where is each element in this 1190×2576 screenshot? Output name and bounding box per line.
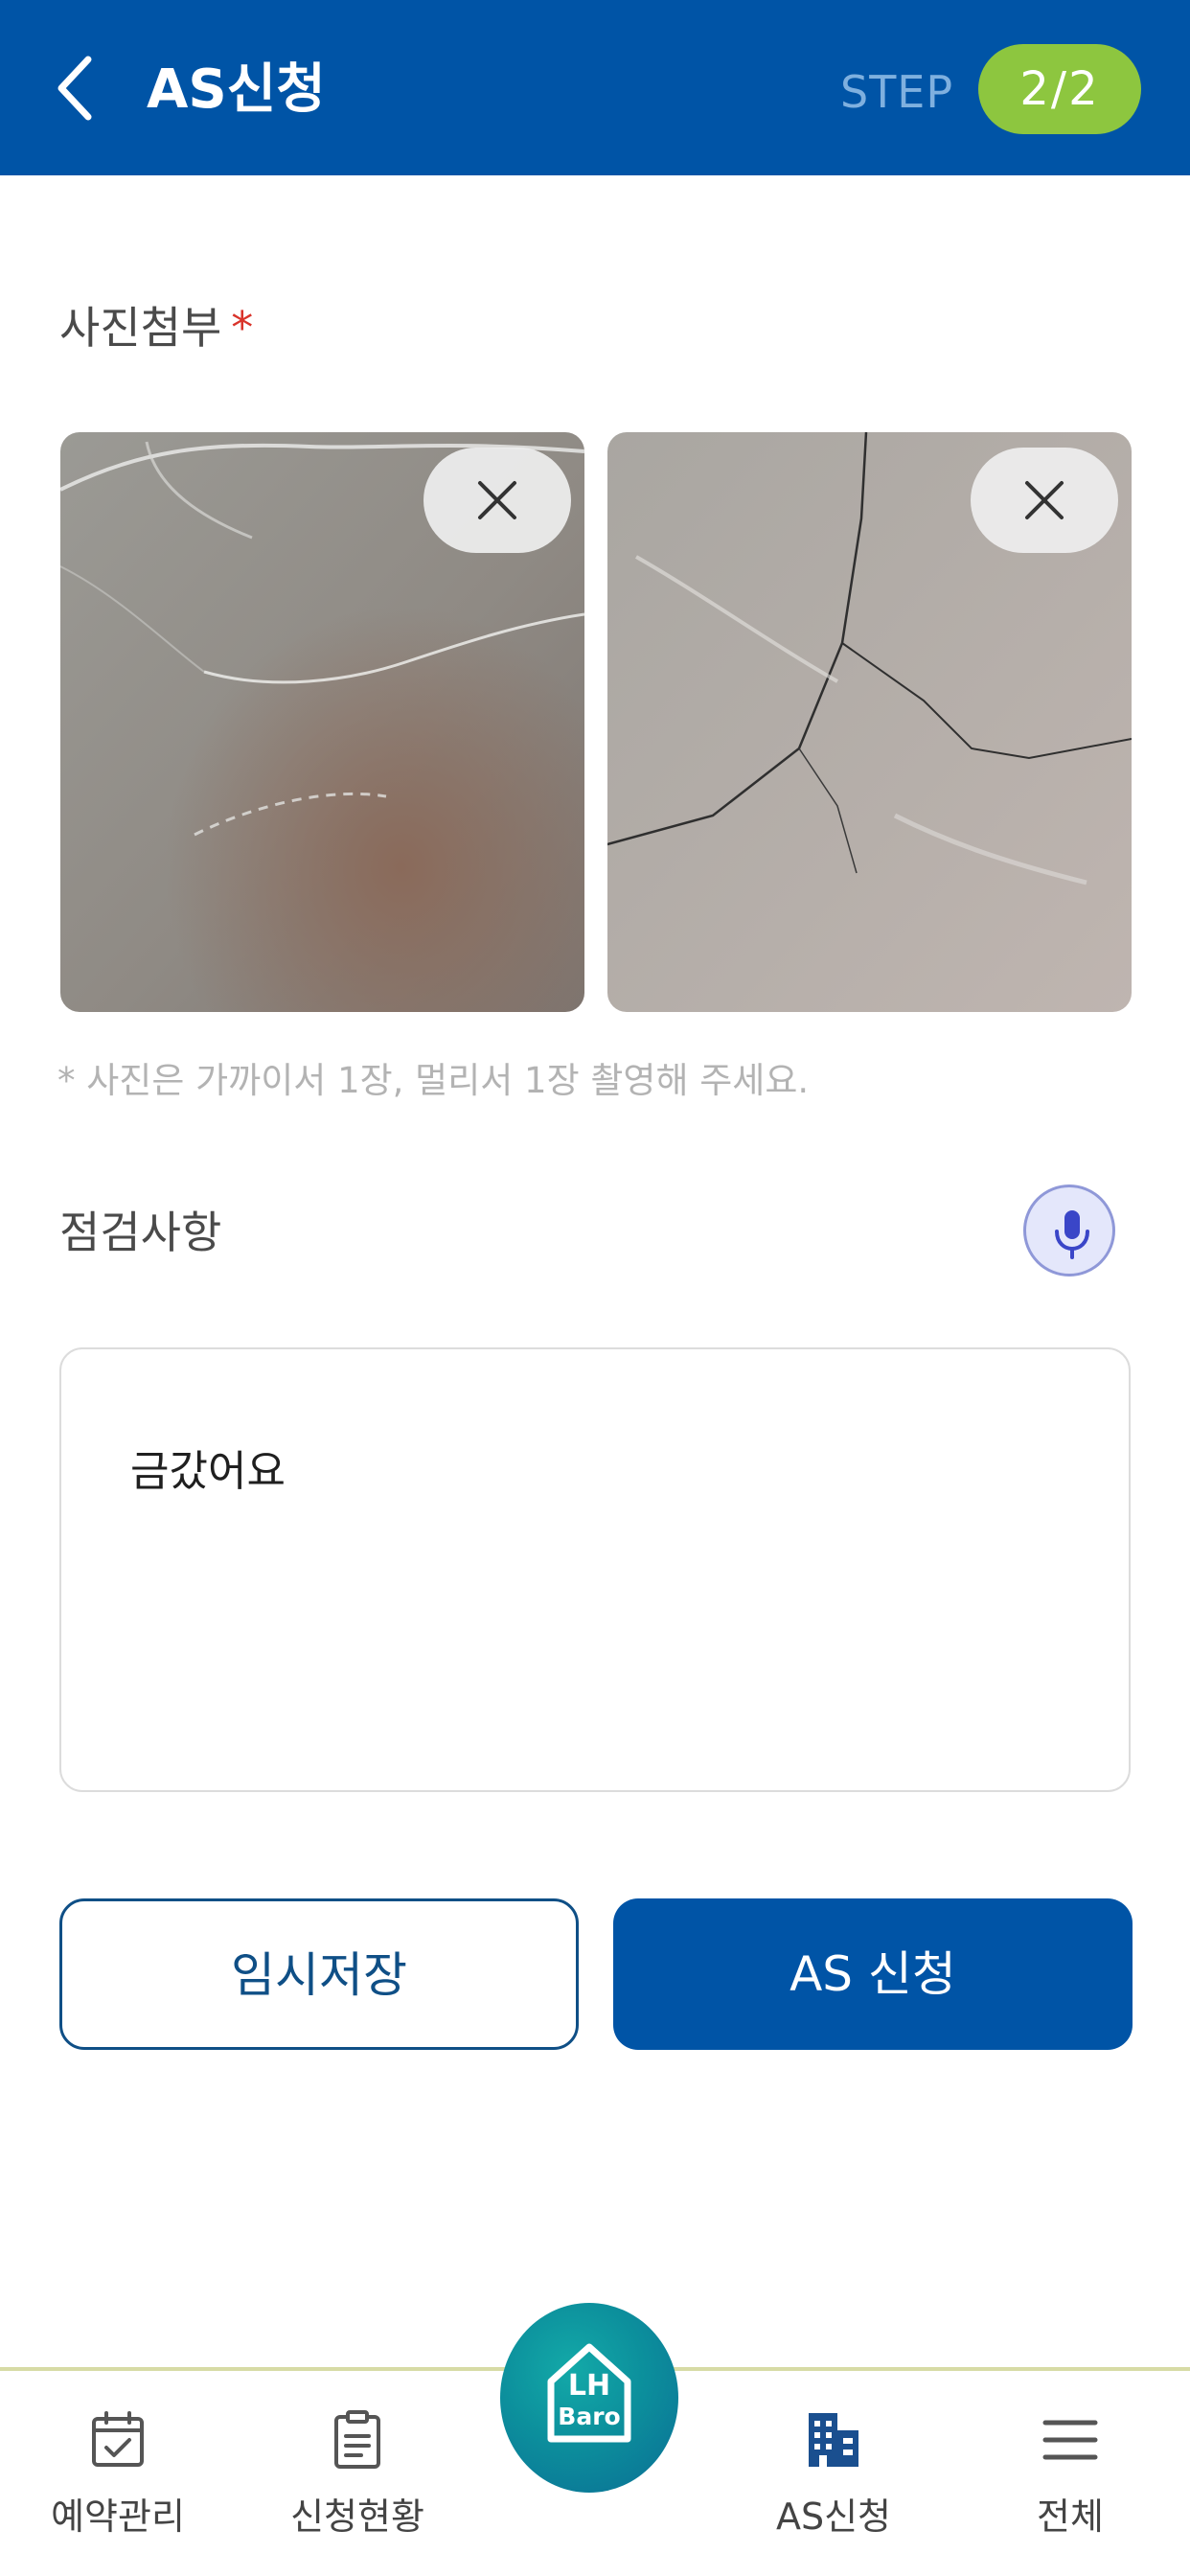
nav-item-all[interactable]: 전체 <box>970 2409 1171 2540</box>
page-title: AS신청 <box>147 58 326 121</box>
clipboard-icon <box>334 2410 380 2469</box>
back-button[interactable] <box>50 50 107 126</box>
nav-label: 예약관리 <box>51 2496 185 2538</box>
photo-section-title: 사진첨부 * <box>59 299 253 356</box>
remove-photo-button[interactable] <box>423 448 571 553</box>
inspection-text: 금갔어요 <box>130 1447 286 1496</box>
submit-as-button[interactable]: AS 신청 <box>613 1898 1133 2050</box>
nav-label: 신청현황 <box>290 2496 424 2538</box>
inspection-textarea[interactable]: 금갔어요 <box>59 1347 1131 1792</box>
inspection-section-title: 점검사항 <box>59 1207 222 1258</box>
voice-input-button[interactable] <box>1023 1184 1115 1276</box>
remove-photo-button[interactable] <box>971 448 1118 553</box>
logo-text-lh: LH <box>567 2369 611 2403</box>
nav-label: AS신청 <box>775 2496 892 2538</box>
menu-icon <box>1042 2420 1098 2460</box>
step-badge: 2/2 <box>978 44 1141 134</box>
nav-label: 전체 <box>1037 2496 1104 2538</box>
nav-item-as-request[interactable]: AS신청 <box>733 2409 934 2540</box>
nav-item-reservation[interactable]: 예약관리 <box>17 2409 218 2540</box>
temp-save-button[interactable]: 임시저장 <box>59 1898 579 2050</box>
nav-item-status[interactable]: 신청현황 <box>257 2409 458 2540</box>
calendar-check-icon <box>92 2411 144 2467</box>
logo-text-baro: Baro <box>558 2403 621 2430</box>
attached-photo-1[interactable] <box>60 432 584 1012</box>
photo-section-label: 사진첨부 <box>59 302 222 354</box>
close-icon <box>478 481 516 519</box>
app-header: AS신청 STEP 2/2 <box>0 0 1190 175</box>
microphone-icon <box>1055 1210 1089 1259</box>
required-mark: * <box>231 302 254 354</box>
step-label: STEP <box>840 66 954 118</box>
building-icon <box>809 2413 858 2467</box>
close-icon <box>1025 481 1064 519</box>
home-button[interactable]: LH Baro <box>500 2303 678 2493</box>
attached-photo-2[interactable] <box>607 432 1132 1012</box>
chevron-left-icon <box>57 56 92 121</box>
photo-hint: * 사진은 가까이서 1장, 멀리서 1장 촬영해 주세요. <box>57 1060 810 1101</box>
